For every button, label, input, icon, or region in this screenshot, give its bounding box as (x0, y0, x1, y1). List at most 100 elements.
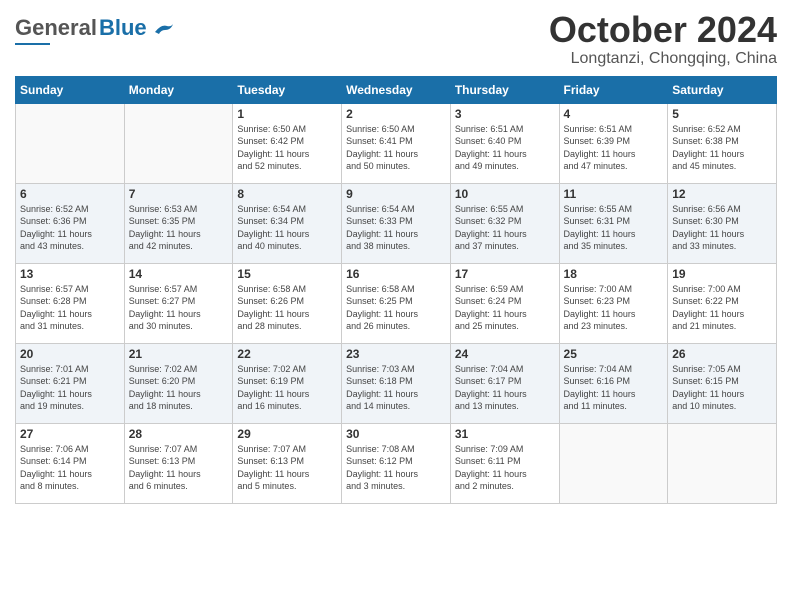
calendar-cell: 7 Sunrise: 6:53 AM Sunset: 6:35 PM Daylig… (124, 183, 233, 263)
calendar-header-row: SundayMondayTuesdayWednesdayThursdayFrid… (16, 76, 777, 103)
day-number: 18 (564, 267, 664, 281)
day-number: 7 (129, 187, 229, 201)
month-title: October 2024 (549, 10, 777, 50)
day-info: Sunrise: 7:03 AM Sunset: 6:18 PM Dayligh… (346, 363, 446, 413)
calendar-cell: 3 Sunrise: 6:51 AM Sunset: 6:40 PM Daylig… (450, 103, 559, 183)
day-number: 2 (346, 107, 446, 121)
day-info: Sunrise: 6:58 AM Sunset: 6:26 PM Dayligh… (237, 283, 337, 333)
day-info: Sunrise: 6:57 AM Sunset: 6:27 PM Dayligh… (129, 283, 229, 333)
day-info: Sunrise: 6:54 AM Sunset: 6:34 PM Dayligh… (237, 203, 337, 253)
calendar-week-2: 6 Sunrise: 6:52 AM Sunset: 6:36 PM Daylig… (16, 183, 777, 263)
day-number: 20 (20, 347, 120, 361)
calendar-cell: 24Sunrise: 7:04 AM Sunset: 6:17 PM Dayli… (450, 343, 559, 423)
calendar-table: SundayMondayTuesdayWednesdayThursdayFrid… (15, 76, 777, 504)
day-number: 19 (672, 267, 772, 281)
day-number: 6 (20, 187, 120, 201)
day-info: Sunrise: 6:59 AM Sunset: 6:24 PM Dayligh… (455, 283, 555, 333)
calendar-cell: 22 Sunrise: 7:02 AM Sunset: 6:19 PM Dayli… (233, 343, 342, 423)
day-info: Sunrise: 6:51 AM Sunset: 6:39 PM Dayligh… (564, 123, 664, 173)
calendar-cell: 21Sunrise: 7:02 AM Sunset: 6:20 PM Dayli… (124, 343, 233, 423)
calendar-cell: 28 Sunrise: 7:07 AM Sunset: 6:13 PM Dayli… (124, 423, 233, 503)
day-number: 8 (237, 187, 337, 201)
calendar-cell: 5Sunrise: 6:52 AM Sunset: 6:38 PM Daylig… (668, 103, 777, 183)
day-number: 27 (20, 427, 120, 441)
calendar-cell: 12Sunrise: 6:56 AM Sunset: 6:30 PM Dayli… (668, 183, 777, 263)
day-number: 22 (237, 347, 337, 361)
day-info: Sunrise: 6:52 AM Sunset: 6:36 PM Dayligh… (20, 203, 120, 253)
logo-underline (15, 43, 50, 45)
day-info: Sunrise: 7:00 AM Sunset: 6:23 PM Dayligh… (564, 283, 664, 333)
day-number: 31 (455, 427, 555, 441)
header-saturday: Saturday (668, 76, 777, 103)
day-info: Sunrise: 7:00 AM Sunset: 6:22 PM Dayligh… (672, 283, 772, 333)
calendar-cell: 1 Sunrise: 6:50 AM Sunset: 6:42 PM Daylig… (233, 103, 342, 183)
calendar-cell (668, 423, 777, 503)
day-info: Sunrise: 6:51 AM Sunset: 6:40 PM Dayligh… (455, 123, 555, 173)
day-number: 25 (564, 347, 664, 361)
day-info: Sunrise: 7:05 AM Sunset: 6:15 PM Dayligh… (672, 363, 772, 413)
day-info: Sunrise: 7:04 AM Sunset: 6:16 PM Dayligh… (564, 363, 664, 413)
calendar-cell: 11Sunrise: 6:55 AM Sunset: 6:31 PM Dayli… (559, 183, 668, 263)
day-number: 13 (20, 267, 120, 281)
calendar-cell: 31 Sunrise: 7:09 AM Sunset: 6:11 PM Dayli… (450, 423, 559, 503)
page-header: General Blue October 2024 Longtanzi, Cho… (15, 10, 777, 68)
day-number: 24 (455, 347, 555, 361)
day-info: Sunrise: 7:02 AM Sunset: 6:19 PM Dayligh… (237, 363, 337, 413)
calendar-cell (124, 103, 233, 183)
day-info: Sunrise: 6:54 AM Sunset: 6:33 PM Dayligh… (346, 203, 446, 253)
calendar-cell: 26 Sunrise: 7:05 AM Sunset: 6:15 PM Dayli… (668, 343, 777, 423)
logo-general-text: General (15, 15, 97, 41)
calendar-cell: 30 Sunrise: 7:08 AM Sunset: 6:12 PM Dayli… (342, 423, 451, 503)
day-info: Sunrise: 7:08 AM Sunset: 6:12 PM Dayligh… (346, 443, 446, 493)
calendar-week-1: 1 Sunrise: 6:50 AM Sunset: 6:42 PM Daylig… (16, 103, 777, 183)
calendar-cell: 27Sunrise: 7:06 AM Sunset: 6:14 PM Dayli… (16, 423, 125, 503)
day-info: Sunrise: 6:58 AM Sunset: 6:25 PM Dayligh… (346, 283, 446, 333)
calendar-cell (16, 103, 125, 183)
day-info: Sunrise: 6:55 AM Sunset: 6:32 PM Dayligh… (455, 203, 555, 253)
calendar-cell: 14 Sunrise: 6:57 AM Sunset: 6:27 PM Dayli… (124, 263, 233, 343)
calendar-cell: 23 Sunrise: 7:03 AM Sunset: 6:18 PM Dayli… (342, 343, 451, 423)
day-number: 3 (455, 107, 555, 121)
calendar-cell: 15Sunrise: 6:58 AM Sunset: 6:26 PM Dayli… (233, 263, 342, 343)
calendar-cell: 10 Sunrise: 6:55 AM Sunset: 6:32 PM Dayli… (450, 183, 559, 263)
location-title: Longtanzi, Chongqing, China (549, 50, 777, 68)
header-monday: Monday (124, 76, 233, 103)
day-number: 4 (564, 107, 664, 121)
day-info: Sunrise: 6:50 AM Sunset: 6:42 PM Dayligh… (237, 123, 337, 173)
calendar-cell: 25 Sunrise: 7:04 AM Sunset: 6:16 PM Dayli… (559, 343, 668, 423)
header-thursday: Thursday (450, 76, 559, 103)
day-number: 14 (129, 267, 229, 281)
day-number: 21 (129, 347, 229, 361)
day-info: Sunrise: 6:53 AM Sunset: 6:35 PM Dayligh… (129, 203, 229, 253)
day-number: 16 (346, 267, 446, 281)
calendar-cell: 16 Sunrise: 6:58 AM Sunset: 6:25 PM Dayli… (342, 263, 451, 343)
day-info: Sunrise: 7:09 AM Sunset: 6:11 PM Dayligh… (455, 443, 555, 493)
calendar-cell (559, 423, 668, 503)
day-number: 1 (237, 107, 337, 121)
calendar-week-3: 13 Sunrise: 6:57 AM Sunset: 6:28 PM Dayli… (16, 263, 777, 343)
day-info: Sunrise: 6:50 AM Sunset: 6:41 PM Dayligh… (346, 123, 446, 173)
header-tuesday: Tuesday (233, 76, 342, 103)
calendar-week-4: 20 Sunrise: 7:01 AM Sunset: 6:21 PM Dayli… (16, 343, 777, 423)
day-number: 9 (346, 187, 446, 201)
day-info: Sunrise: 7:01 AM Sunset: 6:21 PM Dayligh… (20, 363, 120, 413)
logo-blue-text: Blue (99, 15, 175, 41)
calendar-cell: 13 Sunrise: 6:57 AM Sunset: 6:28 PM Dayli… (16, 263, 125, 343)
title-area: October 2024 Longtanzi, Chongqing, China (549, 10, 777, 68)
header-friday: Friday (559, 76, 668, 103)
day-number: 10 (455, 187, 555, 201)
day-number: 17 (455, 267, 555, 281)
calendar-cell: 8 Sunrise: 6:54 AM Sunset: 6:34 PM Daylig… (233, 183, 342, 263)
calendar-week-5: 27Sunrise: 7:06 AM Sunset: 6:14 PM Dayli… (16, 423, 777, 503)
calendar-cell: 2 Sunrise: 6:50 AM Sunset: 6:41 PM Daylig… (342, 103, 451, 183)
day-info: Sunrise: 7:07 AM Sunset: 6:13 PM Dayligh… (129, 443, 229, 493)
day-number: 30 (346, 427, 446, 441)
day-info: Sunrise: 6:52 AM Sunset: 6:38 PM Dayligh… (672, 123, 772, 173)
day-number: 26 (672, 347, 772, 361)
calendar-cell: 17 Sunrise: 6:59 AM Sunset: 6:24 PM Dayli… (450, 263, 559, 343)
day-number: 28 (129, 427, 229, 441)
day-number: 23 (346, 347, 446, 361)
calendar-cell: 4 Sunrise: 6:51 AM Sunset: 6:39 PM Daylig… (559, 103, 668, 183)
day-info: Sunrise: 6:56 AM Sunset: 6:30 PM Dayligh… (672, 203, 772, 253)
day-info: Sunrise: 6:57 AM Sunset: 6:28 PM Dayligh… (20, 283, 120, 333)
